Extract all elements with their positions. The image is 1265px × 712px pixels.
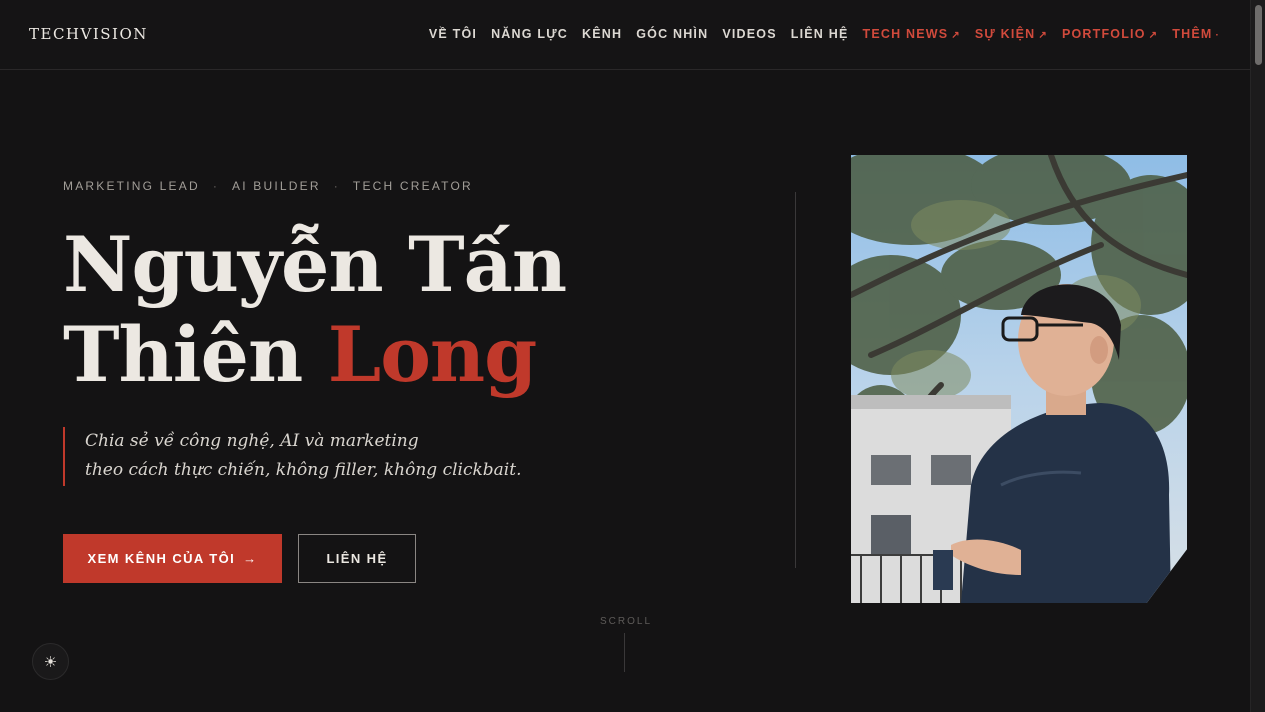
role-list: MARKETING LEAD · AI BUILDER · TECH CREAT… [63, 179, 473, 193]
nav-link-tech-news-label: TECH NEWS [862, 27, 949, 41]
scrollbar-thumb[interactable] [1255, 5, 1262, 65]
nav-link-skills[interactable]: NĂNG LỰC [491, 27, 568, 41]
nav-link-portfolio-label: PORTFOLIO [1061, 27, 1146, 41]
role-separator: · [212, 179, 220, 193]
external-link-icon: ↗ [1148, 30, 1159, 41]
nav-link-channels[interactable]: KÊNH [582, 27, 622, 41]
nav-link-videos[interactable]: VIDEOS [722, 27, 776, 41]
role-separator: · [333, 179, 340, 193]
nav-link-tech-news[interactable]: TECH NEWS ↗ [862, 27, 960, 41]
hero-name: Nguyễn Tấn Thiên Long [63, 220, 567, 400]
scroll-indicator-label: SCROLL [600, 616, 653, 627]
nav-link-more-label: THÊM [1172, 27, 1213, 41]
tagline-line1: Chia sẻ về công nghệ, AI và marketing [85, 431, 419, 451]
page-scrollbar[interactable] [1250, 0, 1265, 712]
hero-tagline: Chia sẻ về công nghệ, AI và marketing th… [63, 427, 521, 486]
external-link-icon: ↗ [951, 30, 961, 41]
dot-icon: · [1215, 30, 1220, 41]
nav-link-more[interactable]: THÊM · [1172, 27, 1220, 41]
tagline-line2: theo cách thực chiến, không filler, khôn… [85, 460, 522, 480]
nav-link-about[interactable]: VỀ TÔI [429, 27, 477, 41]
hero-name-line1: Nguyễn Tấn [63, 220, 567, 309]
role-marketing-lead: MARKETING LEAD [63, 179, 200, 193]
scroll-indicator-line [624, 633, 625, 672]
nav-link-events[interactable]: SỰ KIỆN ↗ [975, 27, 1048, 41]
vertical-divider [795, 192, 796, 568]
role-ai-builder: AI BUILDER [232, 179, 321, 193]
view-channel-button[interactable]: XEM KÊNH CỦA TÔI → [63, 534, 282, 583]
nav-link-contact[interactable]: LIÊN HỆ [791, 27, 849, 41]
hero-name-line2: Thiên [63, 310, 303, 399]
view-channel-label: XEM KÊNH CỦA TÔI [87, 551, 236, 566]
sun-icon: ☀ [43, 653, 58, 671]
arrow-right-icon: → [243, 551, 258, 566]
contact-button[interactable]: LIÊN HỆ [298, 534, 416, 583]
theme-toggle-button[interactable]: ☀ [32, 643, 69, 680]
nav-link-events-label: SỰ KIỆN [974, 27, 1036, 41]
main-nav: VỀ TÔI NĂNG LỰC KÊNH GÓC NHÌN VIDEOS LIÊ… [415, 27, 1220, 41]
role-tech-creator: TECH CREATOR [352, 179, 473, 193]
profile-photo-illustration [851, 155, 1187, 603]
nav-link-portfolio[interactable]: PORTFOLIO ↗ [1062, 27, 1158, 41]
external-link-icon: ↗ [1038, 30, 1048, 41]
hero-name-accent: Long [327, 310, 538, 399]
profile-photo [851, 155, 1187, 603]
nav-link-perspectives[interactable]: GÓC NHÌN [636, 27, 708, 41]
site-header: TECHVISION VỀ TÔI NĂNG LỰC KÊNH GÓC NHÌN… [0, 0, 1250, 70]
site-logo[interactable]: TECHVISION [29, 25, 148, 43]
